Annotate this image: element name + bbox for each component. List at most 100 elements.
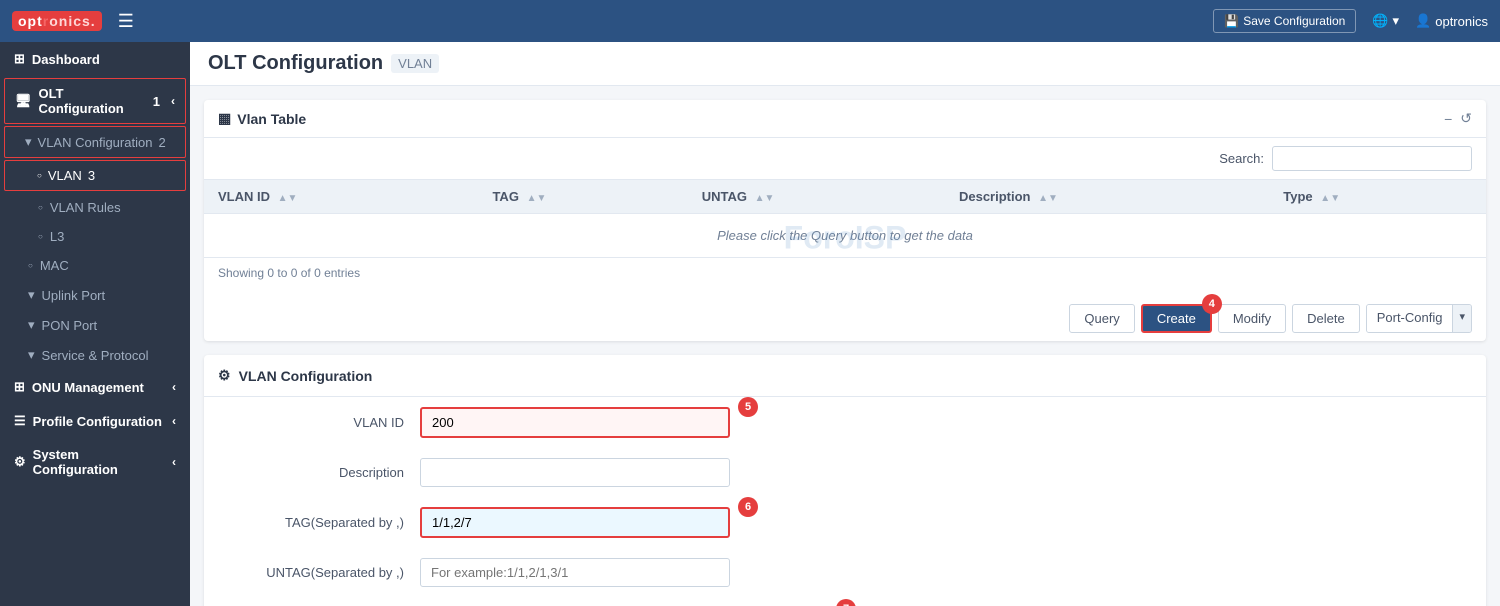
onu-icon: ⊞ [14, 379, 25, 395]
sort-arrow-tag[interactable]: ▲▼ [527, 193, 547, 204]
page-header: OLT Configuration VLAN [190, 42, 1500, 86]
search-bar: Search: [204, 138, 1486, 180]
save-config-button[interactable]: 💾 Save Configuration [1213, 9, 1356, 33]
olt-icon: 🖥 [15, 93, 32, 109]
sidebar-item-uplink-port[interactable]: ▾ Uplink Port [0, 280, 190, 310]
sidebar-label-l3: L3 [50, 229, 64, 244]
refresh-button[interactable]: ↺ [1460, 110, 1472, 127]
vlan-table-header: ▦ Vlan Table − ↺ [204, 100, 1486, 138]
table-body: Please click the Query button to get the… [204, 214, 1486, 258]
circle-icon-vlan-rules: ○ [38, 203, 43, 212]
sidebar-item-service-protocol[interactable]: ▾ Service & Protocol [0, 340, 190, 370]
system-icon: ⚙ [14, 454, 26, 470]
port-config-button[interactable]: Port-Config ▾ [1366, 304, 1472, 333]
brand: optronics. [12, 11, 102, 31]
sidebar-item-mac[interactable]: ○ MAC [0, 251, 190, 280]
port-config-label: Port-Config [1367, 305, 1453, 332]
query-button[interactable]: Query [1069, 304, 1134, 333]
vlan-id-input[interactable] [420, 407, 730, 438]
vlan-config-title: VLAN Configuration [239, 368, 373, 384]
username-label: optronics [1435, 14, 1488, 29]
sidebar-item-vlan-rules[interactable]: ○ VLAN Rules [0, 193, 190, 222]
sort-arrow-untag[interactable]: ▲▼ [755, 193, 775, 204]
sidebar-item-vlan[interactable]: ○ VLAN 3 [4, 160, 186, 191]
sidebar: ⊞ Dashboard 🖥 OLT Configuration 1 ‹ ▾ VL… [0, 42, 190, 606]
circle-icon-l3: ○ [38, 232, 43, 241]
delete-button[interactable]: Delete [1292, 304, 1360, 333]
logo-text: opt [18, 13, 43, 29]
user-menu[interactable]: 👤 optronics [1415, 13, 1488, 29]
untag-label: UNTAG(Separated by ,) [244, 565, 404, 580]
chevron-down-icon: ▾ [25, 134, 32, 150]
user-icon: 👤 [1415, 13, 1431, 29]
vlan-id-row: VLAN ID 5 [204, 397, 1486, 448]
sidebar-item-vlan-config[interactable]: ▾ VLAN Configuration 2 [4, 126, 186, 158]
vlan-table-card: ▦ Vlan Table − ↺ Search: ForoISP [204, 100, 1486, 341]
hamburger-button[interactable]: ☰ [118, 11, 134, 32]
table-container: ForoISP VLAN ID ▲▼ TAG ▲▼ [204, 180, 1486, 296]
search-input[interactable] [1272, 146, 1472, 171]
badge-7: 7 [836, 599, 856, 606]
page-subtitle: VLAN [391, 54, 439, 73]
card-actions: − ↺ [1444, 110, 1472, 127]
tag-label: TAG(Separated by ,) [244, 515, 404, 530]
form-actions: Submit 7 Cancel [204, 597, 1486, 606]
col-description: Description ▲▼ [945, 180, 1269, 214]
sidebar-item-olt-config[interactable]: 🖥 OLT Configuration 1 ‹ [4, 78, 186, 124]
table-notice-row: Please click the Query button to get the… [204, 214, 1486, 258]
port-config-dropdown-arrow[interactable]: ▾ [1452, 305, 1471, 332]
sidebar-label-profile-config: Profile Configuration [33, 414, 162, 429]
sidebar-label-onu-mgmt: ONU Management [32, 380, 144, 395]
action-row: Query Create 4 Modify Delete Port-Config… [204, 296, 1486, 341]
language-selector[interactable]: 🌐 ▾ [1372, 13, 1399, 29]
sidebar-item-system-config[interactable]: ⚙ System Configuration ‹ [0, 438, 190, 486]
sort-arrow-type[interactable]: ▲▼ [1320, 193, 1340, 204]
sidebar-label-vlan-config: VLAN Configuration [38, 135, 153, 150]
sidebar-label-dashboard: Dashboard [32, 52, 100, 67]
description-input[interactable] [420, 458, 730, 487]
circle-icon-mac: ○ [28, 261, 33, 270]
sort-arrow-vlan-id[interactable]: ▲▼ [278, 193, 298, 204]
navbar: optronics. ☰ 💾 Save Configuration 🌐 ▾ 👤 … [0, 0, 1500, 42]
sidebar-item-profile-config[interactable]: ☰ Profile Configuration ‹ [0, 404, 190, 438]
sidebar-label-olt-config: OLT Configuration [39, 86, 146, 116]
globe-icon: 🌐 [1372, 13, 1388, 29]
col-untag: UNTAG ▲▼ [688, 180, 945, 214]
logo: optronics. [12, 11, 102, 31]
sidebar-label-vlan-rules: VLAN Rules [50, 200, 121, 215]
chevron-service-icon: ▾ [28, 347, 35, 363]
search-label: Search: [1219, 151, 1264, 166]
vlan-table-title-text: Vlan Table [237, 111, 306, 127]
lang-dropdown-arrow: ▾ [1393, 13, 1400, 29]
badge-1: 1 [153, 94, 160, 109]
description-row: Description [204, 448, 1486, 497]
sidebar-item-pon-port[interactable]: ▾ PON Port [0, 310, 190, 340]
chevron-uplink-icon: ▾ [28, 287, 35, 303]
logo-text2: onics. [49, 13, 95, 29]
create-button[interactable]: Create [1141, 304, 1212, 333]
tag-input[interactable] [420, 507, 730, 538]
badge-3: 3 [88, 168, 95, 183]
sidebar-label-mac: MAC [40, 258, 69, 273]
badge-6: 6 [738, 497, 758, 517]
badge-5: 5 [738, 397, 758, 417]
vlan-config-header: ⚙ VLAN Configuration [204, 355, 1486, 397]
minimize-button[interactable]: − [1444, 110, 1452, 127]
table-head: VLAN ID ▲▼ TAG ▲▼ UNTAG ▲▼ [204, 180, 1486, 214]
layout: ⊞ Dashboard 🖥 OLT Configuration 1 ‹ ▾ VL… [0, 42, 1500, 606]
sidebar-item-onu-mgmt[interactable]: ⊞ ONU Management ‹ [0, 370, 190, 404]
sidebar-item-l3[interactable]: ○ L3 [0, 222, 190, 251]
save-config-label: Save Configuration [1243, 14, 1345, 28]
untag-row: UNTAG(Separated by ,) [204, 548, 1486, 597]
showing-text: Showing 0 to 0 of 0 entries [204, 258, 1486, 288]
save-icon: 💾 [1224, 14, 1239, 28]
sidebar-item-dashboard[interactable]: ⊞ Dashboard [0, 42, 190, 76]
tag-row: TAG(Separated by ,) 6 [204, 497, 1486, 548]
sort-arrow-description[interactable]: ▲▼ [1038, 193, 1058, 204]
circle-icon-vlan: ○ [37, 171, 42, 180]
untag-input[interactable] [420, 558, 730, 587]
modify-button[interactable]: Modify [1218, 304, 1286, 333]
table-icon: ▦ [218, 110, 231, 127]
description-label: Description [244, 465, 404, 480]
olt-arrow: ‹ [171, 94, 175, 108]
